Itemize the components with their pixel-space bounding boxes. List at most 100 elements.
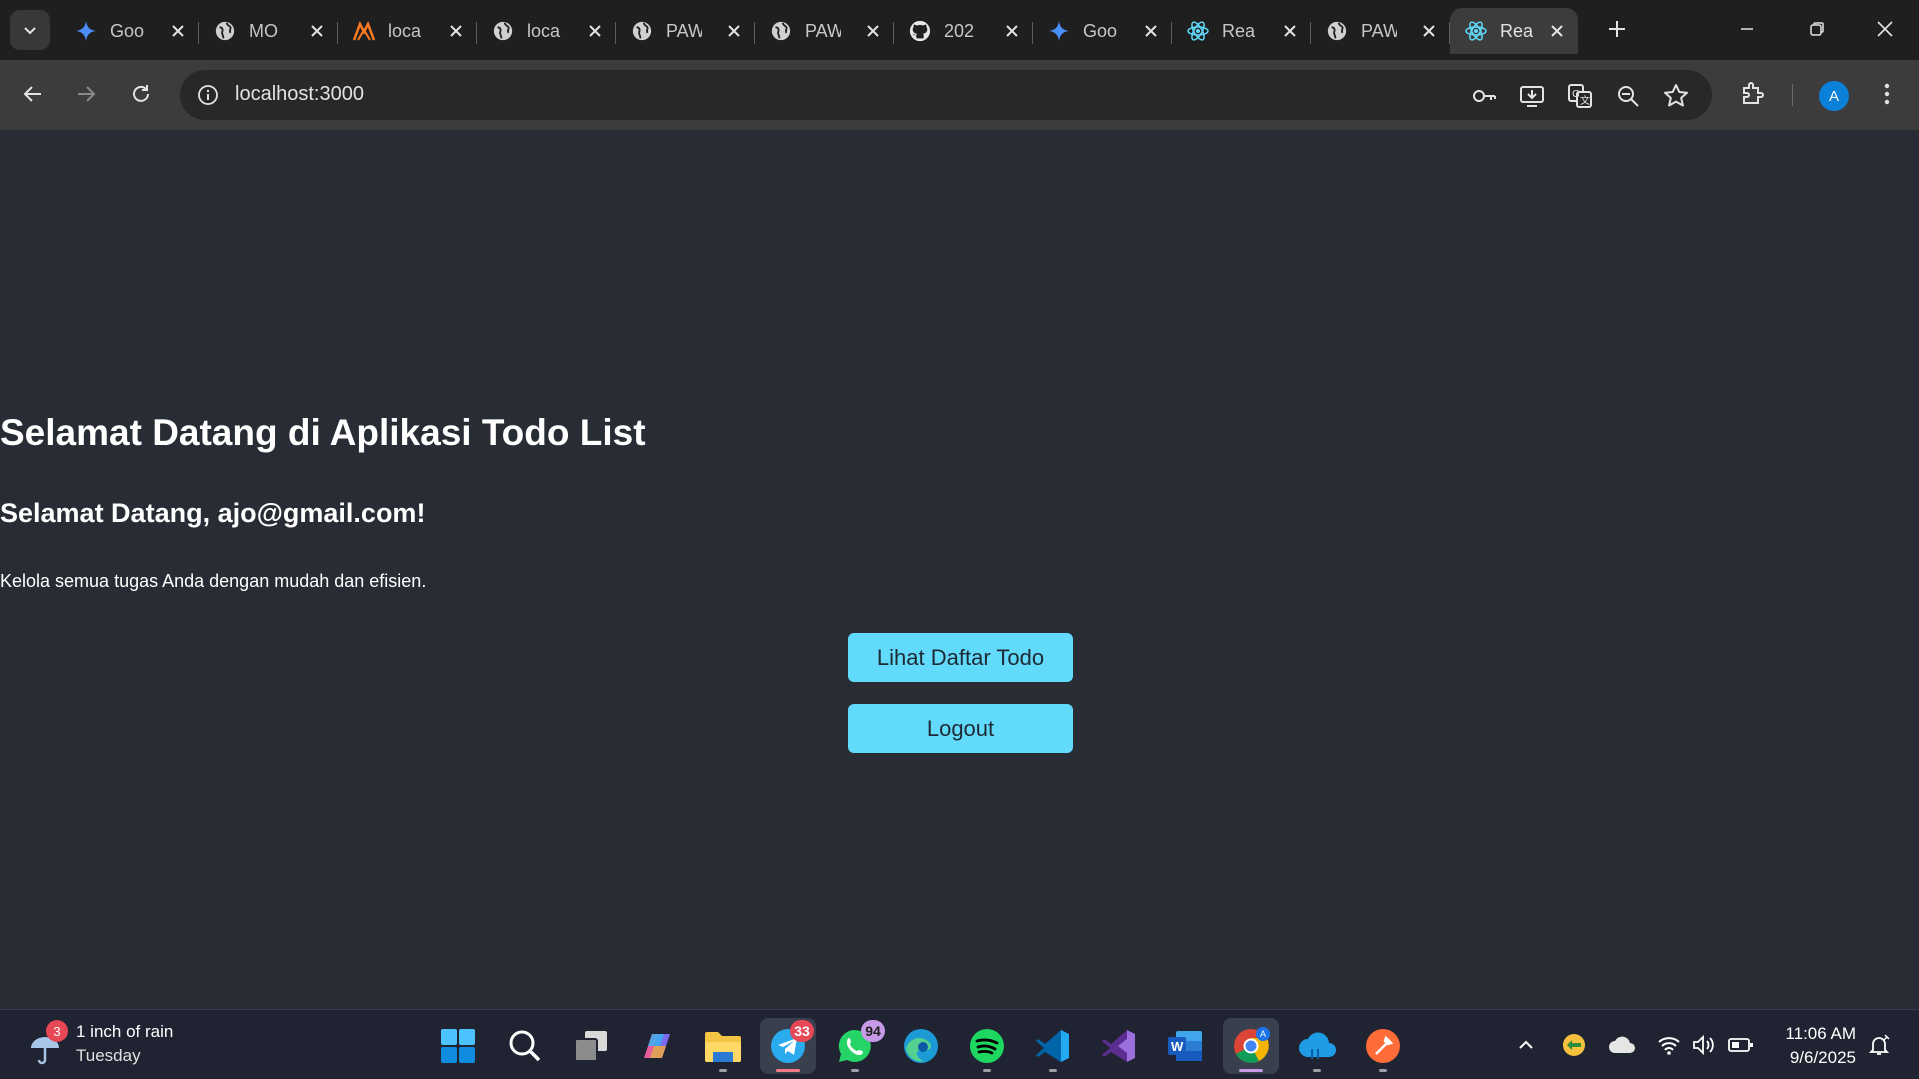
- windows-icon: [441, 1029, 475, 1063]
- cloud-app-icon: [1299, 1032, 1336, 1059]
- page-viewport: Selamat Datang di Aplikasi Todo List Sel…: [0, 130, 1919, 1009]
- volume-icon[interactable]: [1688, 1030, 1718, 1060]
- plus-icon: [1609, 21, 1625, 37]
- toolbar-divider: [1792, 84, 1793, 106]
- search-icon: [509, 1030, 541, 1062]
- active-indicator: [1239, 1069, 1263, 1072]
- onedrive-icon[interactable]: [1607, 1030, 1637, 1060]
- view-todo-button[interactable]: Lihat Daftar Todo: [848, 633, 1073, 682]
- system-clock[interactable]: 11:06 AM 9/6/2025: [1772, 1022, 1856, 1070]
- tab[interactable]: Goo: [1033, 8, 1172, 54]
- reload-button[interactable]: [121, 74, 161, 114]
- tab-active[interactable]: Rea: [1450, 8, 1578, 54]
- tab[interactable]: Rea: [1172, 8, 1311, 54]
- tab[interactable]: loca: [477, 8, 616, 54]
- close-icon[interactable]: [306, 20, 328, 42]
- tray-app-icon[interactable]: [1559, 1030, 1589, 1060]
- logout-button[interactable]: Logout: [848, 704, 1073, 753]
- folder-icon: [705, 1032, 741, 1062]
- running-indicator: [983, 1069, 991, 1072]
- vscode-app[interactable]: [1025, 1018, 1081, 1074]
- react-icon: [1186, 19, 1210, 43]
- file-explorer-app[interactable]: [695, 1018, 751, 1074]
- spotify-icon: [970, 1029, 1004, 1063]
- tab[interactable]: 202: [894, 8, 1033, 54]
- tab[interactable]: PAW: [755, 8, 894, 54]
- running-indicator: [1049, 1069, 1057, 1072]
- active-indicator: [776, 1069, 800, 1072]
- close-icon[interactable]: [1418, 20, 1440, 42]
- site-info-icon[interactable]: [194, 81, 222, 109]
- tab-title: loca: [388, 20, 422, 41]
- search-button[interactable]: [497, 1018, 553, 1074]
- tab-search-button[interactable]: [10, 10, 50, 50]
- close-icon[interactable]: [167, 20, 189, 42]
- running-indicator: [719, 1069, 727, 1072]
- zoom-icon[interactable]: [1614, 82, 1642, 110]
- forward-button[interactable]: [66, 74, 106, 114]
- svg-text:W: W: [1171, 1039, 1184, 1054]
- new-tab-button[interactable]: [1600, 12, 1634, 46]
- browser-toolbar: localhost:3000 G文 A: [0, 60, 1919, 130]
- copilot-app[interactable]: [629, 1018, 685, 1074]
- tab[interactable]: Goo: [60, 8, 199, 54]
- globe-icon: [1325, 19, 1349, 43]
- battery-icon[interactable]: [1726, 1030, 1756, 1060]
- close-icon[interactable]: [1140, 20, 1162, 42]
- bookmark-star-icon[interactable]: [1662, 82, 1690, 110]
- url-text[interactable]: localhost:3000: [235, 83, 364, 106]
- translate-icon[interactable]: G文: [1566, 82, 1594, 110]
- page-description: Kelola semua tugas Anda dengan mudah dan…: [0, 571, 427, 591]
- close-icon[interactable]: [1546, 20, 1568, 42]
- close-icon[interactable]: [1001, 20, 1023, 42]
- vscode-icon: [1036, 1030, 1069, 1062]
- tab[interactable]: MO: [199, 8, 338, 54]
- extensions-puzzle-icon[interactable]: [1736, 77, 1770, 111]
- password-key-icon[interactable]: [1470, 82, 1498, 110]
- word-app[interactable]: W: [1157, 1018, 1213, 1074]
- install-app-icon[interactable]: [1518, 82, 1546, 110]
- close-window-button[interactable]: [1862, 8, 1908, 50]
- close-icon[interactable]: [445, 20, 467, 42]
- close-icon[interactable]: [723, 20, 745, 42]
- spotify-app[interactable]: [959, 1018, 1015, 1074]
- reload-icon: [133, 85, 149, 102]
- notification-bell-icon[interactable]: [1864, 1030, 1894, 1060]
- visual-studio-app[interactable]: [1091, 1018, 1147, 1074]
- minimize-icon: [1741, 28, 1753, 30]
- cloud-app[interactable]: [1289, 1018, 1345, 1074]
- chrome-app[interactable]: A: [1223, 1018, 1279, 1074]
- close-icon[interactable]: [862, 20, 884, 42]
- tab-title: Rea: [1500, 20, 1534, 41]
- minimize-button[interactable]: [1724, 8, 1770, 50]
- postman-app[interactable]: [1355, 1018, 1411, 1074]
- tab-title: loca: [527, 20, 561, 41]
- profile-avatar[interactable]: A: [1819, 81, 1849, 111]
- running-indicator: [1313, 1069, 1321, 1072]
- arrow-right-icon: [78, 86, 96, 102]
- close-icon[interactable]: [1279, 20, 1301, 42]
- whatsapp-app[interactable]: 94: [827, 1018, 885, 1074]
- start-button[interactable]: [430, 1018, 486, 1074]
- tab[interactable]: PAW: [1311, 8, 1450, 54]
- tab[interactable]: PAW: [616, 8, 755, 54]
- wifi-icon[interactable]: [1654, 1030, 1684, 1060]
- clock-date: 9/6/2025: [1789, 1048, 1856, 1067]
- xampp-icon: [352, 19, 376, 43]
- address-bar[interactable]: localhost:3000 G文: [180, 70, 1712, 120]
- tab[interactable]: loca: [338, 8, 477, 54]
- telegram-app[interactable]: 33: [760, 1018, 816, 1074]
- task-view-button[interactable]: [563, 1018, 619, 1074]
- edge-app[interactable]: [893, 1018, 949, 1074]
- chevron-down-icon: [24, 27, 36, 35]
- github-icon: [908, 19, 932, 43]
- close-icon[interactable]: [584, 20, 606, 42]
- restore-button[interactable]: [1794, 8, 1840, 50]
- welcome-message: Selamat Datang, ajo@gmail.com!: [0, 498, 426, 528]
- tab-title: Goo: [1083, 20, 1118, 41]
- tab-title: PAW: [666, 20, 702, 41]
- chevron-up-icon[interactable]: [1511, 1030, 1541, 1060]
- back-button[interactable]: [13, 74, 53, 114]
- more-menu-icon[interactable]: [1870, 77, 1904, 111]
- react-icon: [1464, 19, 1488, 43]
